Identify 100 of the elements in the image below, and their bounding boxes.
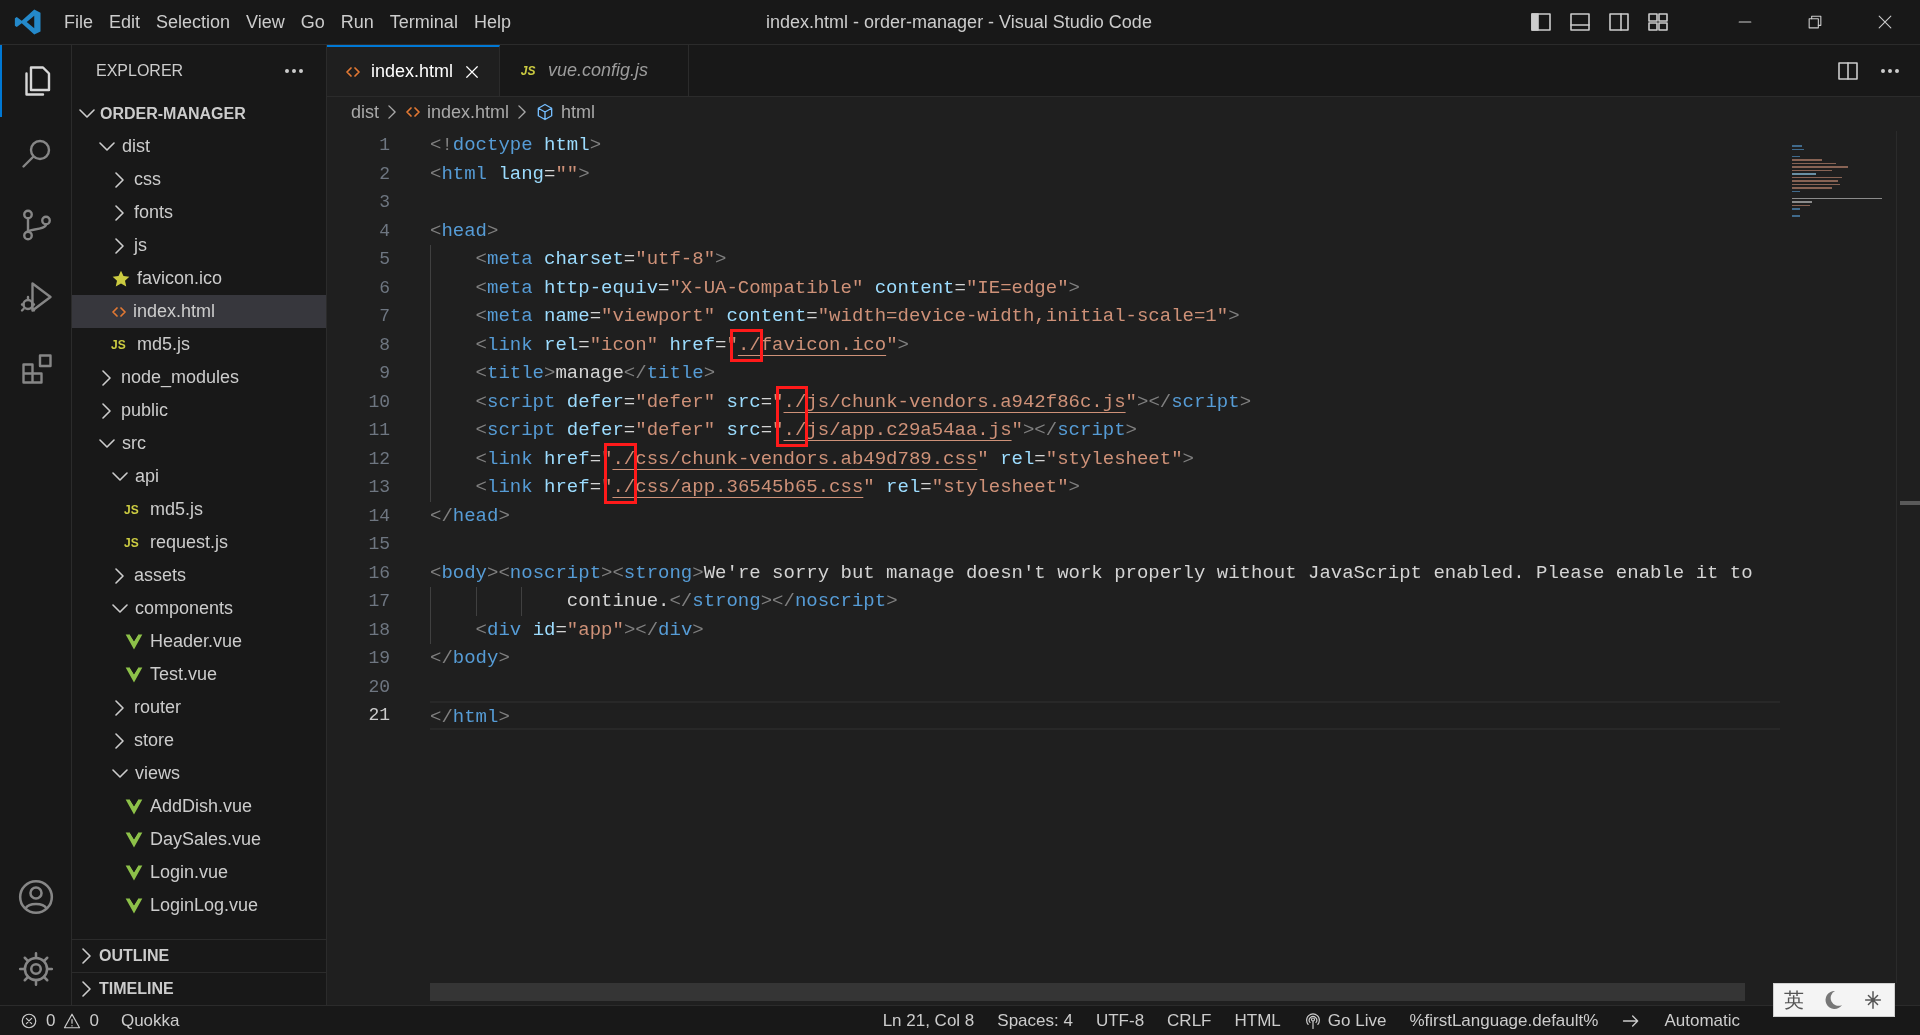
file-row[interactable]: Test.vue <box>72 658 326 691</box>
folder-row[interactable]: css <box>72 163 326 196</box>
tree-item-label: md5.js <box>137 333 190 356</box>
line-number: 19 <box>367 647 391 670</box>
file-row[interactable]: favicon.ico <box>72 262 326 295</box>
folder-row[interactable]: router <box>72 691 326 724</box>
breadcrumb-item[interactable]: index.html <box>427 98 510 126</box>
line-number: 14 <box>367 504 391 528</box>
file-row[interactable]: Header.vue <box>72 625 326 658</box>
menu-item[interactable]: Help <box>465 5 519 39</box>
folder-row[interactable]: fonts <box>72 196 326 229</box>
status-item[interactable]: Automatic <box>1664 1007 1740 1034</box>
folder-row[interactable]: dist <box>72 130 326 163</box>
breadcrumb-item[interactable]: dist <box>351 98 379 126</box>
chevron-down-icon <box>79 109 95 118</box>
chevron-right-icon <box>82 981 91 997</box>
tree-item-label: dist <box>122 135 150 158</box>
run-debug-icon[interactable] <box>18 279 55 315</box>
toggle-secondary-sidebar-icon[interactable] <box>1607 10 1631 34</box>
folder-row[interactable]: components <box>72 592 326 625</box>
code-file-icon <box>405 104 421 120</box>
tree-item-label: AddDish.vue <box>150 795 253 818</box>
editor-tab[interactable]: index.html <box>327 45 501 96</box>
menu-item[interactable]: Terminal <box>381 5 466 39</box>
status-item[interactable]: CRLF <box>1167 1007 1212 1034</box>
folder-row[interactable]: src <box>72 427 326 460</box>
chevron-right-icon <box>82 948 91 964</box>
line-number: 8 <box>378 333 391 357</box>
ime-toolbar[interactable]: 英 <box>1773 983 1895 1017</box>
tree-item-label: LoginLog.vue <box>150 894 259 917</box>
folder-row[interactable]: views <box>72 757 326 790</box>
menu-item[interactable]: Go <box>292 5 333 39</box>
status-item[interactable]: Spaces: 4 <box>997 1007 1073 1034</box>
tree-item-label: md5.js <box>150 498 203 521</box>
tree-item-label: request.js <box>150 531 229 554</box>
status-item[interactable]: Quokka <box>120 1007 180 1034</box>
menu-item[interactable]: Run <box>332 5 382 39</box>
tree-item-label: Header.vue <box>150 630 243 653</box>
line-number: 1 <box>378 134 391 157</box>
scrollbar-thumb[interactable] <box>1900 501 1920 505</box>
line-number: 17 <box>367 590 391 613</box>
code-line: </head> <box>430 504 510 527</box>
section-header[interactable]: TIMELINE <box>99 977 174 1001</box>
error-count[interactable]: 0 <box>46 1007 56 1034</box>
moon-icon <box>1823 990 1843 1010</box>
status-item[interactable]: Ln 21, Col 8 <box>882 1007 975 1034</box>
folder-row[interactable]: js <box>72 229 326 262</box>
folder-row[interactable]: public <box>72 394 326 427</box>
warning-icon <box>63 1011 82 1030</box>
file-row[interactable]: Login.vue <box>72 856 326 889</box>
status-item[interactable]: HTML <box>1234 1007 1281 1034</box>
status-item[interactable]: %firstLanguage.default% <box>1409 1007 1599 1034</box>
js-file-icon: JS <box>124 533 144 552</box>
error-icon <box>20 1011 38 1030</box>
file-row[interactable]: JS md5.js <box>72 328 326 361</box>
go-live-button[interactable]: Go Live <box>1303 1007 1387 1034</box>
line-number: 9 <box>378 362 391 385</box>
folder-row[interactable]: api <box>72 460 326 493</box>
file-row[interactable]: DaySales.vue <box>72 823 326 856</box>
code-line: <body><noscript><strong>We're sorry but manage doesn't work properly without JavaScript enabled. Please enable it to <box>430 561 1753 584</box>
tree-item-label: store <box>134 729 175 752</box>
menu-item[interactable]: File <box>56 5 101 39</box>
file-row[interactable]: index.html <box>72 295 326 328</box>
ime-mode-label[interactable]: 英 <box>1783 985 1804 1015</box>
tree-item-label: api <box>135 465 160 488</box>
tree-item-label: fonts <box>134 201 174 224</box>
line-number: 16 <box>367 561 391 585</box>
code-line: </html> <box>430 706 510 728</box>
line-number: 2 <box>378 162 391 186</box>
tree-root-label[interactable]: ORDER-MANAGER <box>100 101 246 126</box>
layout-icon[interactable] <box>1646 10 1670 34</box>
file-row[interactable]: JS request.js <box>72 526 326 559</box>
toggle-panel-icon[interactable] <box>1568 10 1592 34</box>
folder-row[interactable]: node_modules <box>72 361 326 394</box>
line-number: 6 <box>378 276 391 300</box>
file-row[interactable]: LoginLog.vue <box>72 889 326 922</box>
broadcast-icon <box>1303 1011 1322 1030</box>
section-header[interactable]: OUTLINE <box>99 944 170 968</box>
breadcrumb-item[interactable]: html <box>561 98 596 126</box>
tree-item-label: index.html <box>133 300 216 323</box>
menu-item[interactable]: View <box>238 5 293 39</box>
folder-row[interactable]: assets <box>72 559 326 592</box>
account-icon[interactable] <box>16 878 55 916</box>
tree-item-label: favicon.ico <box>137 267 223 290</box>
status-item[interactable]: UTF-8 <box>1095 1007 1145 1034</box>
warning-count[interactable]: 0 <box>89 1007 99 1034</box>
toggle-sidebar-icon[interactable] <box>1529 10 1553 34</box>
line-number: 18 <box>367 618 391 642</box>
settings-icon[interactable] <box>16 950 55 988</box>
folder-row[interactable]: store <box>72 724 326 757</box>
menu-item[interactable]: Edit <box>101 5 149 39</box>
sidebar-title: EXPLORER <box>96 61 184 81</box>
code-line: <head> <box>430 219 499 242</box>
code-line: <meta charset="utf-8"> <box>474 248 727 270</box>
menu-item[interactable]: Selection <box>148 5 239 39</box>
line-number: 11 <box>367 419 391 442</box>
file-row[interactable]: AddDish.vue <box>72 790 326 823</box>
code-line: <html lang=""> <box>430 162 590 185</box>
line-number: 21 <box>367 704 391 727</box>
file-row[interactable]: JS md5.js <box>72 493 326 526</box>
